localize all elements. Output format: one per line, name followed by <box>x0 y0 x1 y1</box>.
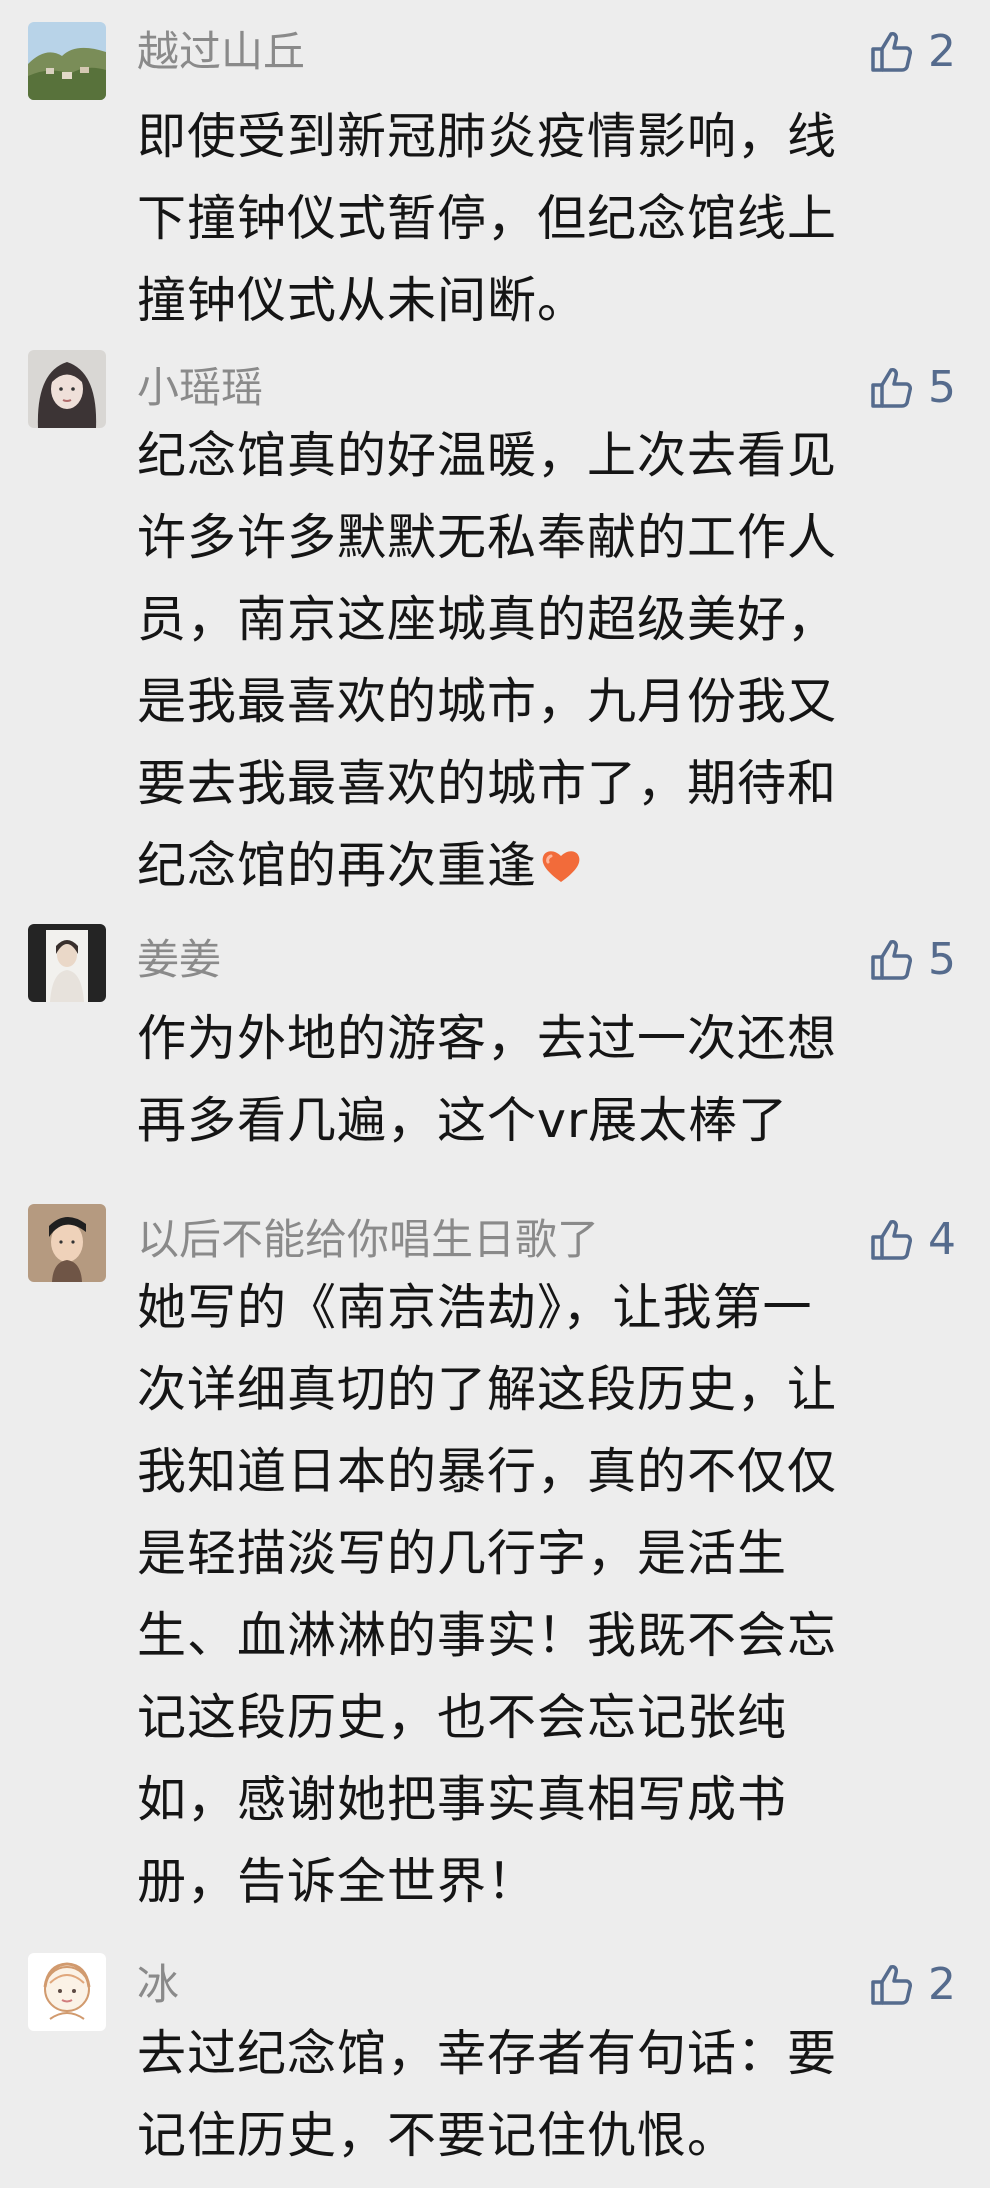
like-button[interactable]: 5 <box>866 360 956 416</box>
thumbs-up-outline-icon <box>866 1216 914 1264</box>
like-count: 2 <box>928 1959 956 2010</box>
comment-item: 姜姜 5 作为外地的游客，去过一次还想 再多看几遍，这个vr展太棒了 <box>0 900 990 1182</box>
comment-text-fragment: 纪念馆的再次重逢 <box>137 837 538 894</box>
like-count: 4 <box>928 1214 956 1265</box>
comment-text-line: 纪念馆真的好温暖，上次去看见 <box>137 427 838 484</box>
comment-text: 她写的《南京浩劫》，让我第一 次详细真切的了解这段历史，让 我知道日本的暴行，真… <box>137 1267 967 1923</box>
comment-username[interactable]: 以后不能给你唱生日歌了 <box>137 1212 599 1268</box>
comment-text-line: 是轻描淡写的几行字，是活生 <box>137 1525 788 1582</box>
comment-text-line: 册，告诉全世界！ <box>137 1853 538 1910</box>
cartoon-avatar-icon[interactable] <box>28 1953 106 2031</box>
boy-avatar-icon[interactable] <box>28 1204 106 1282</box>
comment-text-line: 记这段历史，也不会忘记张纯 <box>137 1689 788 1746</box>
comment-username[interactable]: 姜姜 <box>137 932 221 988</box>
comment-text-line: 是我最喜欢的城市，九月份我又 <box>137 673 838 730</box>
comment-text-line: 许多许多默默无私奉献的工作人 <box>137 509 838 566</box>
comment-text-line: 员，南京这座城真的超级美好， <box>137 591 838 648</box>
comment-item: 越过山丘 2 即使受到新冠肺炎疫情影响，线 下撞钟仪式暂停，但纪念馆线上 撞钟仪… <box>0 0 990 330</box>
comment-text-line: 要去我最喜欢的城市了，期待和 <box>137 755 838 812</box>
comment-text-line: 纪念馆的再次重逢 <box>137 825 967 907</box>
comment-text-line: 她写的《南京浩劫》，让我第一 <box>137 1279 813 1336</box>
person-avatar-icon[interactable] <box>28 924 106 1002</box>
thumbs-up-outline-icon <box>866 936 914 984</box>
thumbs-up-outline-icon <box>866 28 914 76</box>
comment-item: 冰 2 去过纪念馆，幸存者有句话：要 记住历史，不要记住仇恨。 <box>0 1925 990 2188</box>
like-button[interactable]: 2 <box>866 1957 956 2013</box>
orange-heart-icon <box>539 846 583 886</box>
comment-text: 即使受到新冠肺炎疫情影响，线 下撞钟仪式暂停，但纪念馆线上 撞钟仪式从未间断。 <box>137 96 967 342</box>
comment-text-line: 去过纪念馆，幸存者有句话：要 <box>137 2025 838 2082</box>
thumbs-up-outline-icon <box>866 364 914 412</box>
like-count: 5 <box>928 934 956 985</box>
comment-text-line: 作为外地的游客，去过一次还想 <box>137 1010 838 1067</box>
like-button[interactable]: 2 <box>866 24 956 80</box>
thumbs-up-outline-icon <box>866 1961 914 2009</box>
comment-text: 去过纪念馆，幸存者有句话：要 记住历史，不要记住仇恨。 <box>137 2013 967 2177</box>
comment-text-line: 生、血淋淋的事实！我既不会忘 <box>137 1607 838 1664</box>
comment-item: 以后不能给你唱生日歌了 4 她写的《南京浩劫》，让我第一 次详细真切的了解这段历… <box>0 1182 990 1925</box>
landscape-avatar-icon[interactable] <box>28 22 106 100</box>
like-button[interactable]: 4 <box>866 1212 956 1268</box>
comment-username[interactable]: 越过山丘 <box>137 24 305 80</box>
comment-text: 作为外地的游客，去过一次还想 再多看几遍，这个vr展太棒了 <box>137 998 967 1162</box>
like-button[interactable]: 5 <box>866 932 956 988</box>
comment-text: 纪念馆真的好温暖，上次去看见 许多许多默默无私奉献的工作人 员，南京这座城真的超… <box>137 415 967 907</box>
like-count: 5 <box>928 362 956 413</box>
comment-username[interactable]: 小瑶瑶 <box>137 360 263 416</box>
comment-username[interactable]: 冰 <box>137 1957 179 2013</box>
comment-text-line: 记住历史，不要记住仇恨。 <box>137 2107 738 2164</box>
comment-text-line: 次详细真切的了解这段历史，让 <box>137 1361 838 1418</box>
comment-item: 小瑶瑶 5 纪念馆真的好温暖，上次去看见 许多许多默默无私奉献的工作人 员，南京… <box>0 330 990 900</box>
like-count: 2 <box>928 26 956 77</box>
comment-text-line: 我知道日本的暴行，真的不仅仅 <box>137 1443 838 1500</box>
comment-text-line: 再多看几遍，这个vr展太棒了 <box>137 1092 789 1149</box>
comment-text-line: 即使受到新冠肺炎疫情影响，线 <box>137 108 838 165</box>
comment-text-line: 下撞钟仪式暂停，但纪念馆线上 <box>137 190 838 247</box>
comment-text-line: 如，感谢她把事实真相写成书 <box>137 1771 788 1828</box>
girl-avatar-icon[interactable] <box>28 350 106 428</box>
